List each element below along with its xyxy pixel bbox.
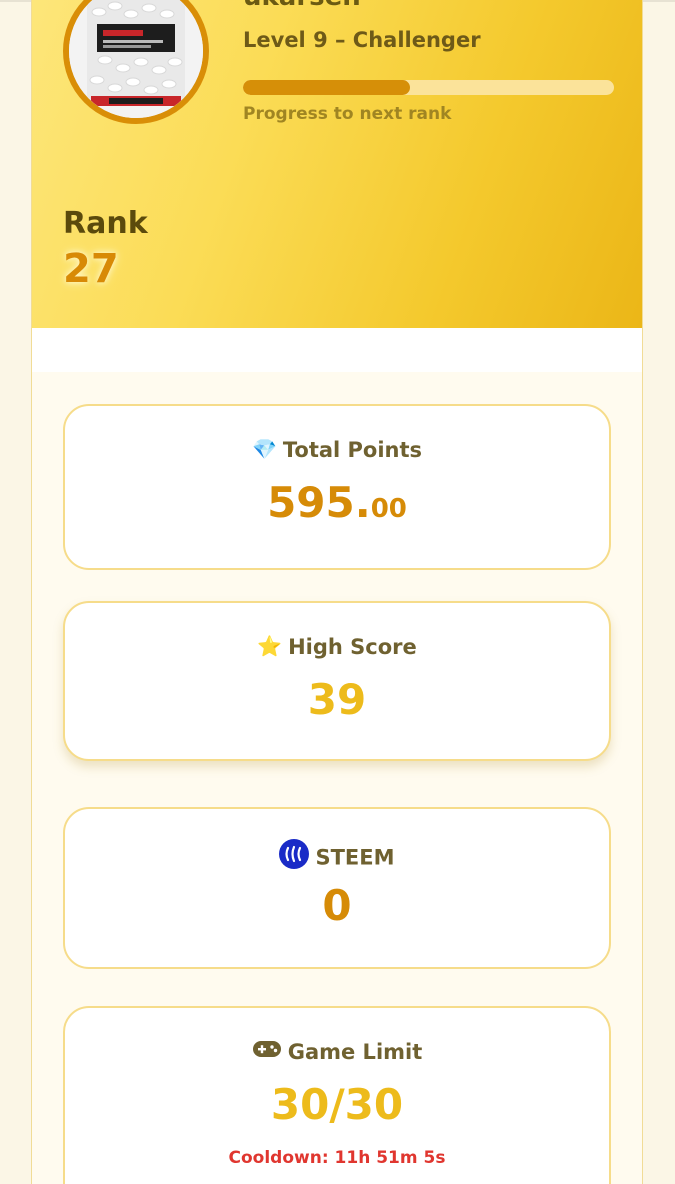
gem-icon: 💎 bbox=[251, 437, 277, 461]
game-limit-card: Game Limit 30/30 Cooldown: 11h 51m 5s bbox=[63, 1006, 611, 1184]
high-score-label: High Score bbox=[288, 635, 417, 659]
star-icon: ⭐ bbox=[257, 634, 283, 658]
game-limit-heading: Game Limit bbox=[65, 1040, 609, 1066]
avatar-photo bbox=[69, 0, 203, 118]
username: ukarsen bbox=[243, 0, 361, 12]
steem-value: 0 bbox=[322, 881, 352, 930]
rank-value: 27 bbox=[63, 246, 119, 292]
page: ukarsen Level 9 – Challenger Progress to… bbox=[0, 0, 675, 1184]
rank-progress-bar bbox=[243, 80, 614, 95]
steem-heading: STEEM bbox=[65, 839, 609, 876]
total-points-decimal: 00 bbox=[370, 494, 407, 524]
game-limit-label: Game Limit bbox=[287, 1040, 423, 1064]
steem-label: STEEM bbox=[315, 845, 395, 870]
high-score-card: ⭐ High Score 39 bbox=[63, 601, 611, 761]
rank-progress-fill bbox=[243, 80, 410, 95]
profile-panel: ukarsen Level 9 – Challenger Progress to… bbox=[31, 0, 643, 1184]
total-points-heading: 💎 Total Points bbox=[65, 437, 609, 463]
steem-icon bbox=[279, 839, 310, 874]
rank-label: Rank bbox=[63, 206, 148, 241]
total-points-card: 💎 Total Points 595.00 bbox=[63, 404, 611, 570]
progress-label: Progress to next rank bbox=[243, 104, 452, 124]
steem-card: STEEM 0 bbox=[63, 807, 611, 969]
cooldown-timer: Cooldown: 11h 51m 5s bbox=[228, 1148, 446, 1168]
total-points-integer: 595. bbox=[267, 478, 371, 527]
gamepad-icon bbox=[252, 1039, 282, 1064]
profile-header: ukarsen Level 9 – Challenger Progress to… bbox=[32, 0, 642, 328]
game-limit-value: 30/30 bbox=[270, 1080, 404, 1129]
avatar[interactable] bbox=[63, 0, 209, 124]
total-points-value: 595.00 bbox=[65, 478, 609, 527]
header-spacer bbox=[32, 328, 642, 372]
high-score-value: 39 bbox=[307, 675, 367, 724]
level-label: Level 9 – Challenger bbox=[243, 28, 481, 52]
high-score-heading: ⭐ High Score bbox=[65, 634, 609, 660]
total-points-label: Total Points bbox=[282, 438, 423, 462]
